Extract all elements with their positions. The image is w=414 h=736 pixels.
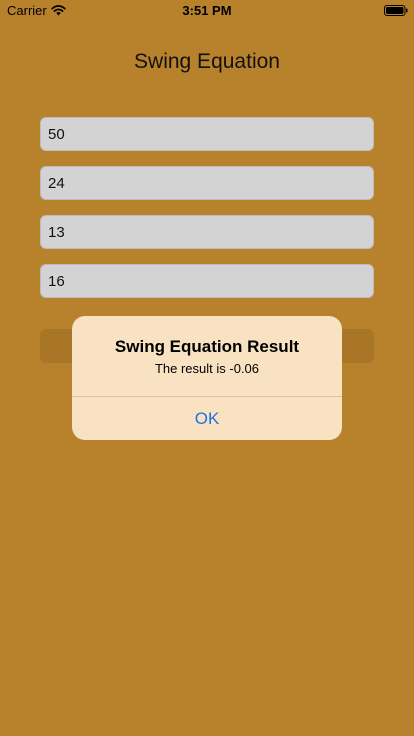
ok-button[interactable]: OK — [72, 397, 342, 440]
app-screen: Carrier 3:51 PM Swing Equation Swing Equ… — [0, 0, 414, 736]
alert-body: Swing Equation Result The result is -0.0… — [72, 316, 342, 396]
status-bar: Carrier 3:51 PM — [0, 0, 414, 20]
battery-icon — [384, 5, 408, 16]
alert-message: The result is -0.06 — [154, 361, 260, 376]
alert-title: Swing Equation Result — [114, 337, 300, 356]
input-field-4[interactable] — [40, 264, 374, 298]
input-field-1[interactable] — [40, 117, 374, 151]
result-alert: Swing Equation Result The result is -0.0… — [72, 316, 342, 440]
input-field-3[interactable] — [40, 215, 374, 249]
status-time: 3:51 PM — [182, 3, 232, 18]
page-title: Swing Equation — [134, 50, 280, 73]
input-field-2[interactable] — [40, 166, 374, 200]
